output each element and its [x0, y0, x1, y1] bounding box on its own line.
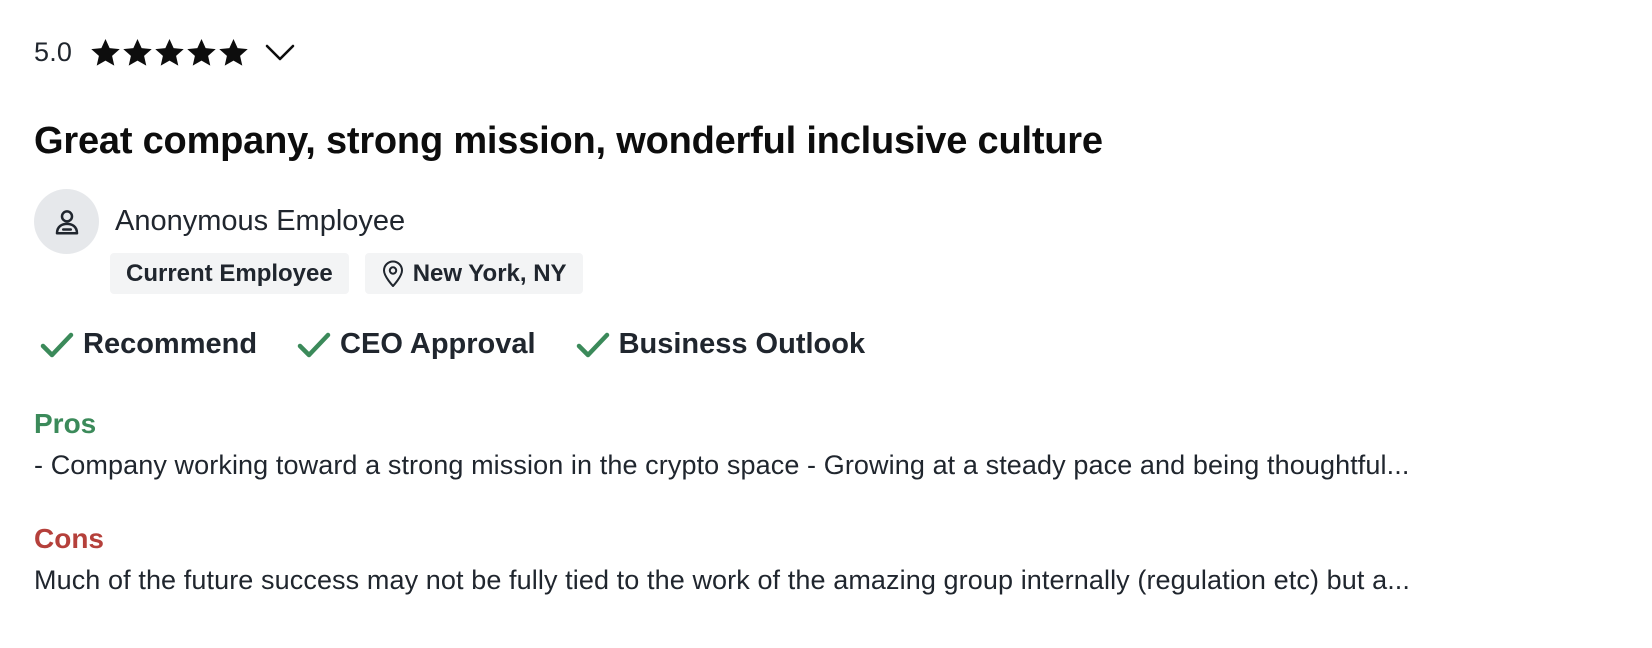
pros-text: - Company working toward a strong missio…: [34, 450, 1410, 480]
pros-heading: Pros: [34, 408, 97, 439]
star-rating: [90, 37, 249, 68]
star-icon: [219, 38, 248, 66]
ratings-checklist: Recommend CEO Approval Business Outlook: [40, 328, 865, 361]
rating-row: 5.0: [34, 32, 297, 72]
star-icon: [155, 38, 184, 66]
ceo-approval-label: CEO Approval: [340, 328, 536, 360]
employment-status-tag: Current Employee: [110, 253, 349, 294]
rating-value: 5.0: [34, 36, 73, 67]
checkmark-icon: [40, 332, 74, 357]
author-name: Anonymous Employee: [115, 205, 406, 237]
author-row: Anonymous Employee: [34, 189, 405, 254]
ceo-approval-check: CEO Approval: [297, 328, 536, 361]
employment-status-label: Current Employee: [126, 259, 333, 287]
review-title[interactable]: Great company, strong mission, wonderful…: [34, 120, 1103, 163]
location-tag: New York, NY: [364, 253, 583, 294]
recommend-label: Recommend: [83, 328, 258, 360]
cons-text: Much of the future success may not be fu…: [34, 565, 1411, 595]
star-icon: [91, 38, 120, 66]
chevron-down-icon[interactable]: [263, 40, 297, 64]
recommend-check: Recommend: [40, 328, 257, 361]
cons-heading: Cons: [34, 523, 104, 554]
star-icon: [123, 38, 152, 66]
location-label: New York, NY: [412, 259, 567, 287]
business-outlook-label: Business Outlook: [618, 328, 866, 360]
star-icon: [187, 38, 216, 66]
business-outlook-check: Business Outlook: [576, 328, 866, 361]
employee-tags: Current Employee New York, NY: [110, 253, 583, 294]
avatar: [34, 189, 99, 254]
checkmark-icon: [576, 332, 609, 357]
person-icon: [55, 209, 78, 234]
location-pin-icon: [382, 260, 403, 287]
review-card: 5.0 Great company, strong mission, wonde…: [0, 0, 1652, 648]
checkmark-icon: [297, 332, 331, 357]
